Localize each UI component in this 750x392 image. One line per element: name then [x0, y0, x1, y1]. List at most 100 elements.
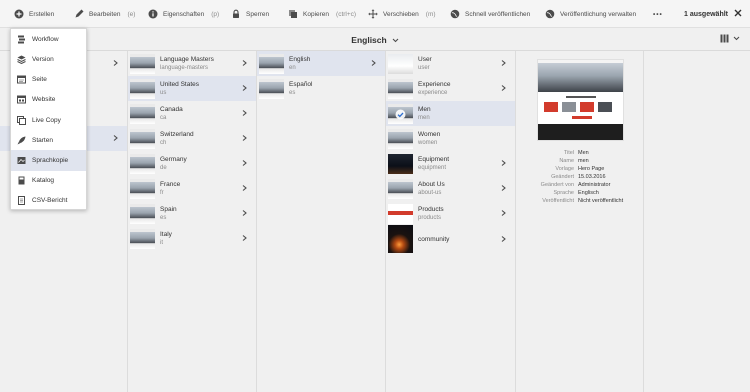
- property-key: Name: [559, 158, 574, 164]
- chevron-right-icon: [242, 135, 247, 141]
- page-thumbnail: [130, 153, 155, 174]
- list-item[interactable]: Italy it: [128, 226, 256, 251]
- item-title: Italy: [160, 230, 172, 238]
- list-item[interactable]: Experience experience: [386, 76, 515, 101]
- item-title: Español: [289, 80, 313, 88]
- page-thumbnail: [388, 203, 413, 224]
- page-properties: Titel Men Name men Vorlage Hero Page Geände…: [516, 149, 644, 205]
- menu-item-workflow[interactable]: Workflow: [11, 29, 86, 50]
- copy-button[interactable]: Kopieren (ctrl+c): [288, 0, 356, 28]
- item-name: ca: [160, 114, 167, 121]
- list-item[interactable]: Español es: [257, 76, 385, 101]
- manage-publication-button[interactable]: Veröffentlichung verwalten: [545, 0, 636, 28]
- page-thumbnail: [388, 78, 413, 99]
- page-thumbnail: [130, 78, 155, 99]
- menu-item-label: Seite: [32, 75, 47, 83]
- menu-item-language-copy[interactable]: Sprachkopie: [11, 150, 86, 171]
- menu-item-live-copy[interactable]: Live Copy: [11, 110, 86, 131]
- item-name: about-us: [418, 189, 442, 196]
- page-thumbnail: [130, 228, 155, 249]
- list-item[interactable]: Switzerland ch: [128, 126, 256, 151]
- menu-item-page[interactable]: Seite: [11, 69, 86, 90]
- list-item[interactable]: Germany de: [128, 151, 256, 176]
- column-pages: User user Experience experience Men men Wom…: [386, 51, 516, 392]
- item-name: it: [160, 239, 163, 246]
- move-shortcut: (m): [425, 10, 436, 18]
- livecopy-icon: [17, 115, 26, 125]
- menu-item-label: Website: [32, 95, 56, 103]
- menu-item-label: Sprachkopie: [32, 156, 69, 164]
- list-item[interactable]: English en: [257, 51, 385, 76]
- language-copy-icon: [17, 156, 26, 165]
- page-thumbnail: [259, 53, 284, 74]
- view-switcher[interactable]: [720, 28, 740, 51]
- page-thumbnail: [130, 128, 155, 149]
- item-title: Language Masters: [160, 55, 214, 63]
- page-thumbnail: [388, 225, 413, 253]
- list-item[interactable]: Women women: [386, 126, 515, 151]
- page-thumbnail: [259, 78, 284, 99]
- menu-item-website[interactable]: Website: [11, 89, 86, 110]
- item-name: products: [418, 214, 442, 221]
- property-value: Men: [578, 150, 589, 156]
- item-title: About Us: [418, 180, 445, 188]
- property-value: 15.03.2016: [578, 174, 606, 180]
- rocket-icon: [17, 136, 26, 145]
- item-name: user: [418, 64, 430, 71]
- list-item[interactable]: Canada ca: [128, 101, 256, 126]
- menu-item-label: Starten: [32, 136, 53, 144]
- chevron-right-icon: [242, 235, 247, 241]
- quick-publish-label: Schnell veröffentlichen: [465, 10, 531, 18]
- language-title[interactable]: Englisch: [0, 28, 750, 51]
- menu-item-version[interactable]: Version: [11, 49, 86, 70]
- chevron-right-icon: [501, 210, 506, 216]
- item-name: equipment: [418, 164, 447, 171]
- chevron-right-icon: [113, 135, 118, 141]
- list-item[interactable]: Spain es: [128, 201, 256, 226]
- property-value: Nicht veröffentlicht: [578, 198, 624, 204]
- create-button[interactable]: Erstellen: [14, 0, 54, 28]
- close-selection-button[interactable]: [734, 0, 742, 28]
- list-item[interactable]: community: [386, 224, 515, 254]
- list-item[interactable]: About Us about-us: [386, 176, 515, 201]
- menu-item-label: CSV-Bericht: [32, 196, 68, 204]
- chevron-right-icon: [113, 60, 118, 66]
- item-name: es: [160, 214, 167, 221]
- create-menu: Workflow Version Seite Website Live Copy…: [10, 28, 87, 210]
- item-title: Products: [418, 205, 444, 213]
- chevron-right-icon: [242, 85, 247, 91]
- menu-item-catalog[interactable]: Katalog: [11, 170, 86, 191]
- item-title: Equipment: [418, 155, 450, 163]
- check-icon: [395, 109, 406, 122]
- item-title: Canada: [160, 105, 183, 113]
- menu-item-launch[interactable]: Starten: [11, 130, 86, 151]
- list-item[interactable]: Equipment equipment: [386, 151, 515, 176]
- list-item[interactable]: Products products: [386, 201, 515, 226]
- list-item[interactable]: France fr: [128, 176, 256, 201]
- lock-button[interactable]: Sperren: [231, 0, 269, 28]
- page-thumbnail: [388, 153, 413, 174]
- item-name: fr: [160, 189, 164, 196]
- chevron-right-icon: [242, 110, 247, 116]
- list-item[interactable]: User user: [386, 51, 515, 76]
- chevron-right-icon: [501, 60, 506, 66]
- quick-publish-button[interactable]: Schnell veröffentlichen: [450, 0, 530, 28]
- menu-item-label: Workflow: [32, 35, 59, 43]
- move-label: Verschieben: [383, 10, 419, 18]
- column-languages: English en Español es: [257, 51, 386, 392]
- chevron-down-icon: [733, 36, 740, 43]
- copy-shortcut: (ctrl+c): [336, 10, 357, 18]
- properties-button[interactable]: Eigenschaften (p): [148, 0, 219, 28]
- menu-item-csv-report[interactable]: CSV-Bericht: [11, 190, 86, 211]
- list-item[interactable]: Men men: [386, 101, 515, 126]
- item-title: Germany: [160, 155, 187, 163]
- menu-item-label: Version: [32, 55, 54, 63]
- list-item[interactable]: Language Masters language-masters: [128, 51, 256, 76]
- list-item[interactable]: United States us: [128, 76, 256, 101]
- globe-manage-icon: [545, 9, 555, 19]
- move-button[interactable]: Verschieben (m): [368, 0, 436, 28]
- item-name: de: [160, 164, 167, 171]
- chevron-right-icon: [242, 60, 247, 66]
- edit-button[interactable]: Bearbeiten (e): [74, 0, 135, 28]
- more-actions-button[interactable]: •••: [653, 0, 663, 28]
